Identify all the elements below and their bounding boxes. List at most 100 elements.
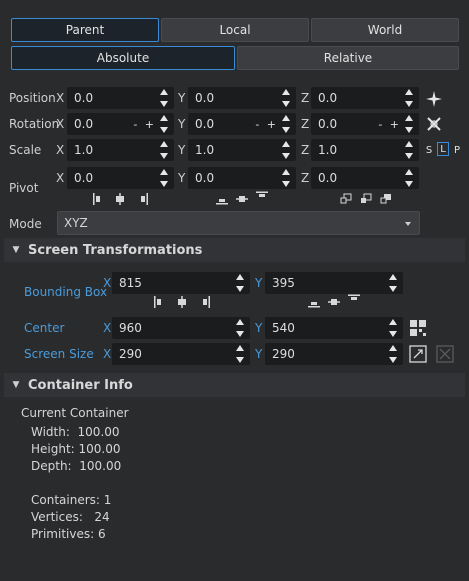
axis-x: X	[56, 91, 65, 105]
tab-local[interactable]: Local	[161, 18, 309, 42]
pivot-y-field[interactable]: 0.0	[188, 167, 296, 189]
scale-z-value: 1.0	[318, 143, 338, 157]
tab-relative[interactable]: Relative	[237, 46, 459, 70]
scale-x-spinner[interactable]	[159, 141, 169, 159]
position-y-value: 0.0	[195, 91, 215, 105]
pivot-z-field[interactable]: 0.0	[311, 167, 419, 189]
bbox-align-left-icon[interactable]	[153, 296, 165, 308]
rotation-y-field[interactable]: 0.0 - +	[188, 113, 296, 135]
size-y-value: 290	[272, 347, 295, 361]
align-middle-v-icon[interactable]	[236, 193, 248, 205]
scale-y-value: 1.0	[195, 143, 215, 157]
position-z-value: 0.0	[318, 91, 338, 105]
size-x-spinner[interactable]	[235, 345, 245, 363]
pivot-corner-2-icon[interactable]	[360, 193, 372, 205]
axis-z: Z	[301, 171, 310, 185]
rotation-y-value: 0.0	[195, 117, 215, 131]
position-y-field[interactable]: 0.0	[188, 87, 296, 109]
position-x-field[interactable]: 0.0	[67, 87, 174, 109]
position-z-spinner[interactable]	[404, 89, 414, 107]
scale-lock-p-toggle[interactable]: P	[451, 143, 463, 157]
position-z-field[interactable]: 0.0	[311, 87, 419, 109]
bbox-y-field[interactable]: 395	[265, 272, 403, 294]
scale-x-field[interactable]: 1.0	[67, 139, 174, 161]
axis-y: Y	[178, 117, 186, 131]
container-info-header[interactable]: ▼ Container Info	[4, 373, 465, 397]
bbox-align-top-icon[interactable]	[348, 294, 360, 306]
bbox-align-bottom-icon[interactable]	[308, 296, 320, 308]
fit-size-icon[interactable]	[409, 345, 427, 363]
scale-y-field[interactable]: 1.0	[188, 139, 296, 161]
axis-y: Y	[255, 276, 263, 290]
center-label: Center	[24, 321, 65, 335]
pivot-corner-1-icon[interactable]	[340, 193, 352, 205]
container-height: Height: 100.00	[31, 442, 121, 456]
screen-transformations-header[interactable]: ▼ Screen Transformations	[4, 238, 465, 262]
center-y-spinner[interactable]	[388, 319, 398, 337]
container-depth: Depth: 100.00	[31, 459, 122, 473]
bbox-align-middle-v-icon[interactable]	[328, 296, 340, 308]
bounding-box-label: Bounding Box	[24, 285, 108, 299]
pivot-y-value: 0.0	[195, 171, 215, 185]
rotation-x-spinner[interactable]	[159, 115, 169, 133]
position-y-spinner[interactable]	[281, 89, 291, 107]
bbox-align-right-icon[interactable]	[199, 296, 211, 308]
pivot-x-field[interactable]: 0.0	[67, 167, 174, 189]
rotation-z-stepper[interactable]: - +	[378, 118, 401, 131]
grid-icon[interactable]	[409, 319, 427, 337]
vertices-count: Vertices: 24	[31, 510, 110, 524]
scale-y-spinner[interactable]	[281, 141, 291, 159]
tab-parent[interactable]: Parent	[11, 18, 159, 42]
scale-lock-l-toggle[interactable]: L	[437, 142, 449, 156]
pivot-corner-3-icon[interactable]	[380, 193, 392, 205]
mode-select[interactable]: XYZ	[57, 211, 420, 235]
pivot-y-spinner[interactable]	[281, 169, 291, 187]
align-right-icon[interactable]	[137, 193, 149, 205]
size-x-value: 290	[119, 347, 142, 361]
align-center-h-icon[interactable]	[114, 193, 126, 205]
align-left-icon[interactable]	[92, 193, 104, 205]
rotation-z-field[interactable]: 0.0 - +	[311, 113, 419, 135]
scale-z-spinner[interactable]	[404, 141, 414, 159]
tab-world[interactable]: World	[311, 18, 459, 42]
rotation-y-stepper[interactable]: - +	[255, 118, 278, 131]
axis-z: Z	[301, 117, 310, 131]
position-x-spinner[interactable]	[159, 89, 169, 107]
size-x-field[interactable]: 290	[112, 343, 250, 365]
axis-y: Y	[255, 347, 263, 361]
chevron-down-icon: ▼	[12, 380, 20, 390]
size-y-field[interactable]: 290	[265, 343, 403, 365]
rotation-z-spinner[interactable]	[404, 115, 414, 133]
bbox-align-center-h-icon[interactable]	[176, 296, 188, 308]
tab-absolute[interactable]: Absolute	[11, 46, 235, 70]
center-x-value: 960	[119, 321, 142, 335]
chevron-down-icon: ▼	[12, 245, 20, 255]
pivot-z-spinner[interactable]	[404, 169, 414, 187]
center-x-field[interactable]: 960	[112, 317, 250, 339]
center-y-field[interactable]: 540	[265, 317, 403, 339]
align-top-icon[interactable]	[256, 191, 268, 203]
scale-z-field[interactable]: 1.0	[311, 139, 419, 161]
rotation-x-field[interactable]: 0.0 - +	[67, 113, 174, 135]
axis-z: Z	[301, 91, 310, 105]
containers-count: Containers: 1	[31, 493, 112, 507]
bbox-x-field[interactable]: 815	[112, 272, 250, 294]
rotation-y-spinner[interactable]	[281, 115, 291, 133]
rotation-x-stepper[interactable]: - +	[133, 118, 156, 131]
bbox-y-spinner[interactable]	[388, 274, 398, 292]
pivot-x-spinner[interactable]	[159, 169, 169, 187]
section-title: Container Info	[28, 377, 133, 393]
rotation-reset-icon[interactable]	[426, 116, 442, 132]
primitives-count: Primitives: 6	[31, 527, 106, 541]
size-y-spinner[interactable]	[388, 345, 398, 363]
mode-label: Mode	[9, 217, 42, 231]
pivot-x-value: 0.0	[74, 171, 94, 185]
align-bottom-icon[interactable]	[216, 193, 228, 205]
center-x-spinner[interactable]	[235, 319, 245, 337]
position-reset-icon[interactable]	[426, 91, 442, 107]
scale-lock-s-toggle[interactable]: S	[423, 143, 435, 157]
bbox-x-value: 815	[119, 276, 142, 290]
axis-x: X	[103, 321, 112, 335]
bbox-x-spinner[interactable]	[235, 274, 245, 292]
axis-x: X	[56, 117, 65, 131]
